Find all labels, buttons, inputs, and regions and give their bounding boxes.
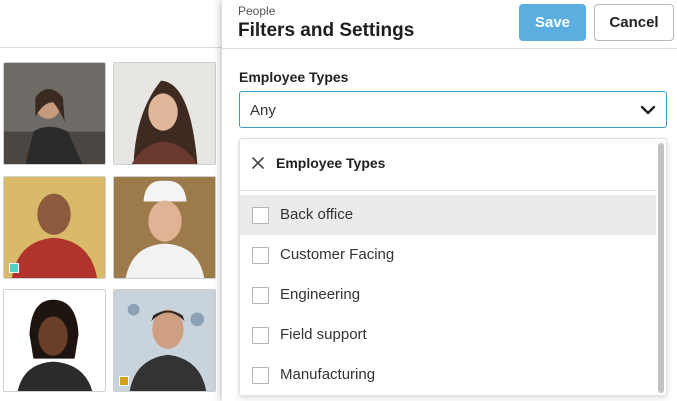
grid-divider bbox=[0, 47, 224, 48]
filters-panel: People Filters and Settings Save Cancel … bbox=[222, 0, 677, 401]
checkbox[interactable] bbox=[252, 247, 269, 264]
option-customer-facing[interactable]: Customer Facing bbox=[240, 235, 656, 275]
dropdown-options: Back office Customer Facing Engineering … bbox=[240, 195, 656, 395]
panel-title: Filters and Settings bbox=[238, 20, 415, 41]
checkbox[interactable] bbox=[252, 327, 269, 344]
panel-eyebrow: People bbox=[238, 4, 276, 18]
option-back-office[interactable]: Back office bbox=[240, 195, 656, 235]
save-button[interactable]: Save bbox=[519, 4, 586, 41]
dropdown-divider bbox=[240, 190, 656, 191]
dropdown-title: Employee Types bbox=[276, 155, 386, 171]
status-marker bbox=[9, 263, 19, 273]
person-photo-image bbox=[4, 177, 105, 278]
checkbox[interactable] bbox=[252, 287, 269, 304]
status-marker bbox=[119, 376, 129, 386]
people-grid bbox=[0, 0, 224, 401]
option-manufacturing[interactable]: Manufacturing bbox=[240, 355, 656, 395]
person-photo[interactable] bbox=[3, 176, 106, 279]
person-photo[interactable] bbox=[3, 62, 106, 165]
option-label: Customer Facing bbox=[280, 246, 395, 263]
person-photo-image bbox=[4, 290, 105, 391]
close-icon[interactable] bbox=[251, 156, 265, 170]
person-photo-image bbox=[114, 63, 215, 164]
person-photo-image bbox=[114, 177, 215, 278]
employee-types-dropdown: Employee Types Back office Customer Faci… bbox=[239, 138, 667, 396]
checkbox[interactable] bbox=[252, 367, 269, 384]
select-value: Any bbox=[250, 102, 276, 119]
person-photo[interactable] bbox=[3, 289, 106, 392]
chevron-down-icon bbox=[640, 105, 656, 115]
employee-types-label: Employee Types bbox=[239, 69, 349, 85]
person-photo[interactable] bbox=[113, 62, 216, 165]
header-divider bbox=[222, 48, 677, 49]
person-photo-image bbox=[114, 290, 215, 391]
person-photo[interactable] bbox=[113, 176, 216, 279]
dropdown-scrollbar[interactable] bbox=[658, 143, 664, 393]
option-label: Field support bbox=[280, 326, 367, 343]
cancel-button[interactable]: Cancel bbox=[594, 4, 674, 41]
option-label: Manufacturing bbox=[280, 366, 376, 383]
option-label: Engineering bbox=[280, 286, 361, 303]
checkbox[interactable] bbox=[252, 207, 269, 224]
option-field-support[interactable]: Field support bbox=[240, 315, 656, 355]
employee-types-select[interactable]: Any bbox=[239, 91, 667, 128]
person-photo[interactable] bbox=[113, 289, 216, 392]
person-photo-image bbox=[4, 63, 105, 164]
option-label: Back office bbox=[280, 206, 354, 223]
option-engineering[interactable]: Engineering bbox=[240, 275, 656, 315]
